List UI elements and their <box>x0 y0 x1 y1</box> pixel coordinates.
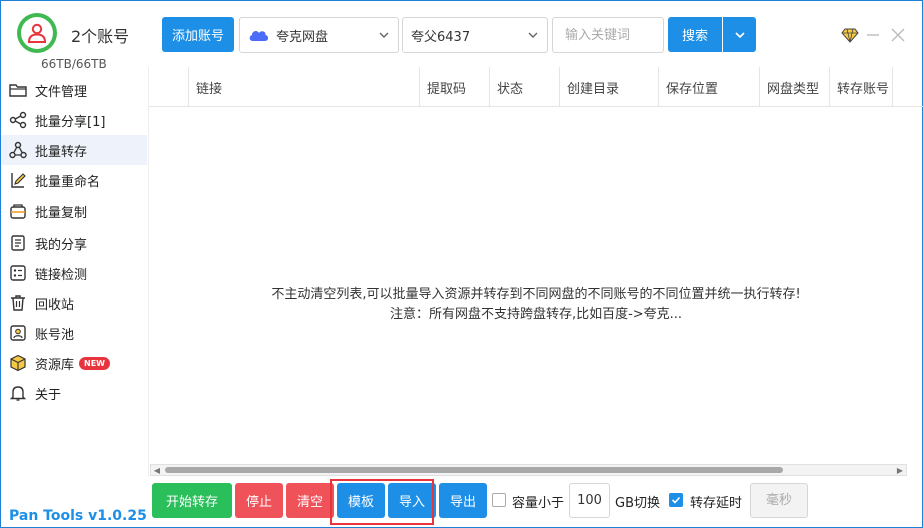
drive-select-value: 夸克网盘 <box>276 29 329 45</box>
resource-icon <box>9 354 27 372</box>
search-input[interactable] <box>552 17 664 53</box>
column-header-code[interactable]: 提取码 <box>419 67 490 107</box>
copy-icon <box>9 203 27 221</box>
sidebar-item-label: 批量复制 <box>35 206 88 221</box>
sidebar-item-account-pool[interactable]: 账号池 <box>1 318 147 348</box>
clear-button[interactable]: 清空 <box>286 483 334 518</box>
column-header-status[interactable]: 状态 <box>489 67 560 107</box>
add-account-button[interactable]: 添加账号 <box>162 17 234 52</box>
empty-message-line1: 不主动清空列表,可以批量导入资源并转存到不同网盘的不同账号的不同位置并统一执行转… <box>271 287 801 302</box>
folder-icon <box>9 81 27 99</box>
sidebar-item-batch-share[interactable]: 批量分享[1] <box>1 105 147 135</box>
sidebar-item-recycle-bin[interactable]: 回收站 <box>1 288 147 318</box>
sidebar-item-file-manage[interactable]: 文件管理 <box>1 75 147 105</box>
column-header-create-dir[interactable]: 创建目录 <box>559 67 659 107</box>
sidebar-item-resource-library[interactable]: 资源库 NEW <box>1 348 147 378</box>
trash-icon <box>9 294 27 312</box>
close-icon[interactable] <box>891 28 905 46</box>
bell-icon <box>9 384 27 402</box>
check-icon <box>671 496 681 504</box>
sidebar-item-label: 文件管理 <box>35 84 88 100</box>
sidebar-item-label: 批量分享[1] <box>35 114 106 130</box>
table-header: 链接 提取码 状态 创建目录 保存位置 网盘类型 转存账号 <box>149 67 923 107</box>
cloud-icon <box>248 28 270 42</box>
minimize-icon[interactable] <box>866 29 880 45</box>
header: 2个账号 添加账号 夸克网盘 夸父6437 搜索 <box>1 1 922 67</box>
capacity-label: 容量小于 <box>512 496 565 511</box>
link-check-icon <box>9 264 27 282</box>
gb-switch-label[interactable]: GB切换 <box>615 492 660 511</box>
capacity-checkbox[interactable] <box>492 493 506 507</box>
sidebar-item-batch-rename[interactable]: 批量重命名 <box>1 165 147 195</box>
sidebar-item-about[interactable]: 关于 <box>1 378 147 408</box>
delay-label: 转存延时 <box>690 496 743 511</box>
start-transfer-button[interactable]: 开始转存 <box>152 483 232 518</box>
scrollbar-thumb[interactable] <box>165 467 783 473</box>
sidebar-item-batch-transfer[interactable]: 批量转存 <box>1 135 147 165</box>
rename-icon <box>9 171 27 189</box>
column-header-save-location[interactable]: 保存位置 <box>658 67 760 107</box>
empty-message: 不主动清空列表,可以批量导入资源并转存到不同网盘的不同账号的不同位置并统一执行转… <box>149 285 923 325</box>
delay-ms-input[interactable] <box>750 483 808 518</box>
sidebar-item-label: 关于 <box>35 387 62 403</box>
highlight-box <box>330 479 434 525</box>
drive-select[interactable]: 夸克网盘 <box>239 17 399 53</box>
avatar[interactable] <box>17 13 57 53</box>
column-header-extra <box>892 67 923 107</box>
chevron-down-icon <box>527 29 539 45</box>
sidebar-item-label: 账号池 <box>35 327 75 343</box>
sidebar-item-label: 回收站 <box>35 297 75 313</box>
column-header-transfer-account[interactable]: 转存账号 <box>829 67 893 107</box>
transfer-table: 链接 提取码 状态 创建目录 保存位置 网盘类型 转存账号 不主动清空列表,可以… <box>148 67 923 477</box>
sidebar-item-label: 批量转存 <box>35 144 88 160</box>
storage-usage: 66TB/66TB <box>41 57 107 71</box>
search-options-button[interactable] <box>723 17 756 52</box>
column-header-drive-type[interactable]: 网盘类型 <box>759 67 830 107</box>
scroll-right-icon[interactable]: ▶ <box>895 465 905 475</box>
sidebar-item-link-check[interactable]: 链接检测 <box>1 258 147 288</box>
my-share-icon <box>9 234 27 252</box>
empty-message-line2: 注意：所有网盘不支持跨盘转存,比如百度->夸克... <box>389 307 683 322</box>
app-version: Pan Tools v1.0.25 <box>9 508 147 524</box>
sidebar-item-label: 资源库 <box>35 357 75 373</box>
account-pool-icon <box>9 324 27 342</box>
scroll-left-icon[interactable]: ◀ <box>152 465 162 475</box>
sidebar: 文件管理 批量分享[1] 批量转存 批量重命名 批量复制 我的分享 链接检测 回… <box>1 75 147 408</box>
search-button[interactable]: 搜索 <box>668 17 722 52</box>
stop-button[interactable]: 停止 <box>235 483 283 518</box>
export-button[interactable]: 导出 <box>439 483 487 518</box>
sidebar-item-label: 链接检测 <box>35 267 88 283</box>
capacity-input[interactable] <box>569 483 610 518</box>
account-select-value: 夸父6437 <box>411 29 471 45</box>
account-select[interactable]: 夸父6437 <box>402 17 548 53</box>
chevron-down-icon <box>734 29 746 41</box>
horizontal-scrollbar[interactable]: ◀ ▶ <box>150 464 907 476</box>
chevron-down-icon <box>378 29 390 45</box>
delay-checkbox[interactable] <box>669 493 683 507</box>
sidebar-item-batch-copy[interactable]: 批量复制 <box>1 195 147 228</box>
account-count: 2个账号 <box>71 27 130 46</box>
diamond-icon[interactable] <box>841 27 859 47</box>
new-badge: NEW <box>79 356 110 370</box>
sidebar-item-label: 批量重命名 <box>35 174 101 190</box>
transfer-icon <box>9 141 27 159</box>
sidebar-item-my-share[interactable]: 我的分享 <box>1 228 147 258</box>
column-header-link[interactable]: 链接 <box>188 67 420 107</box>
app-window: 2个账号 添加账号 夸克网盘 夸父6437 搜索 <box>0 0 923 528</box>
user-icon <box>21 17 53 49</box>
share-icon <box>9 111 27 129</box>
sidebar-item-label: 我的分享 <box>35 237 88 253</box>
